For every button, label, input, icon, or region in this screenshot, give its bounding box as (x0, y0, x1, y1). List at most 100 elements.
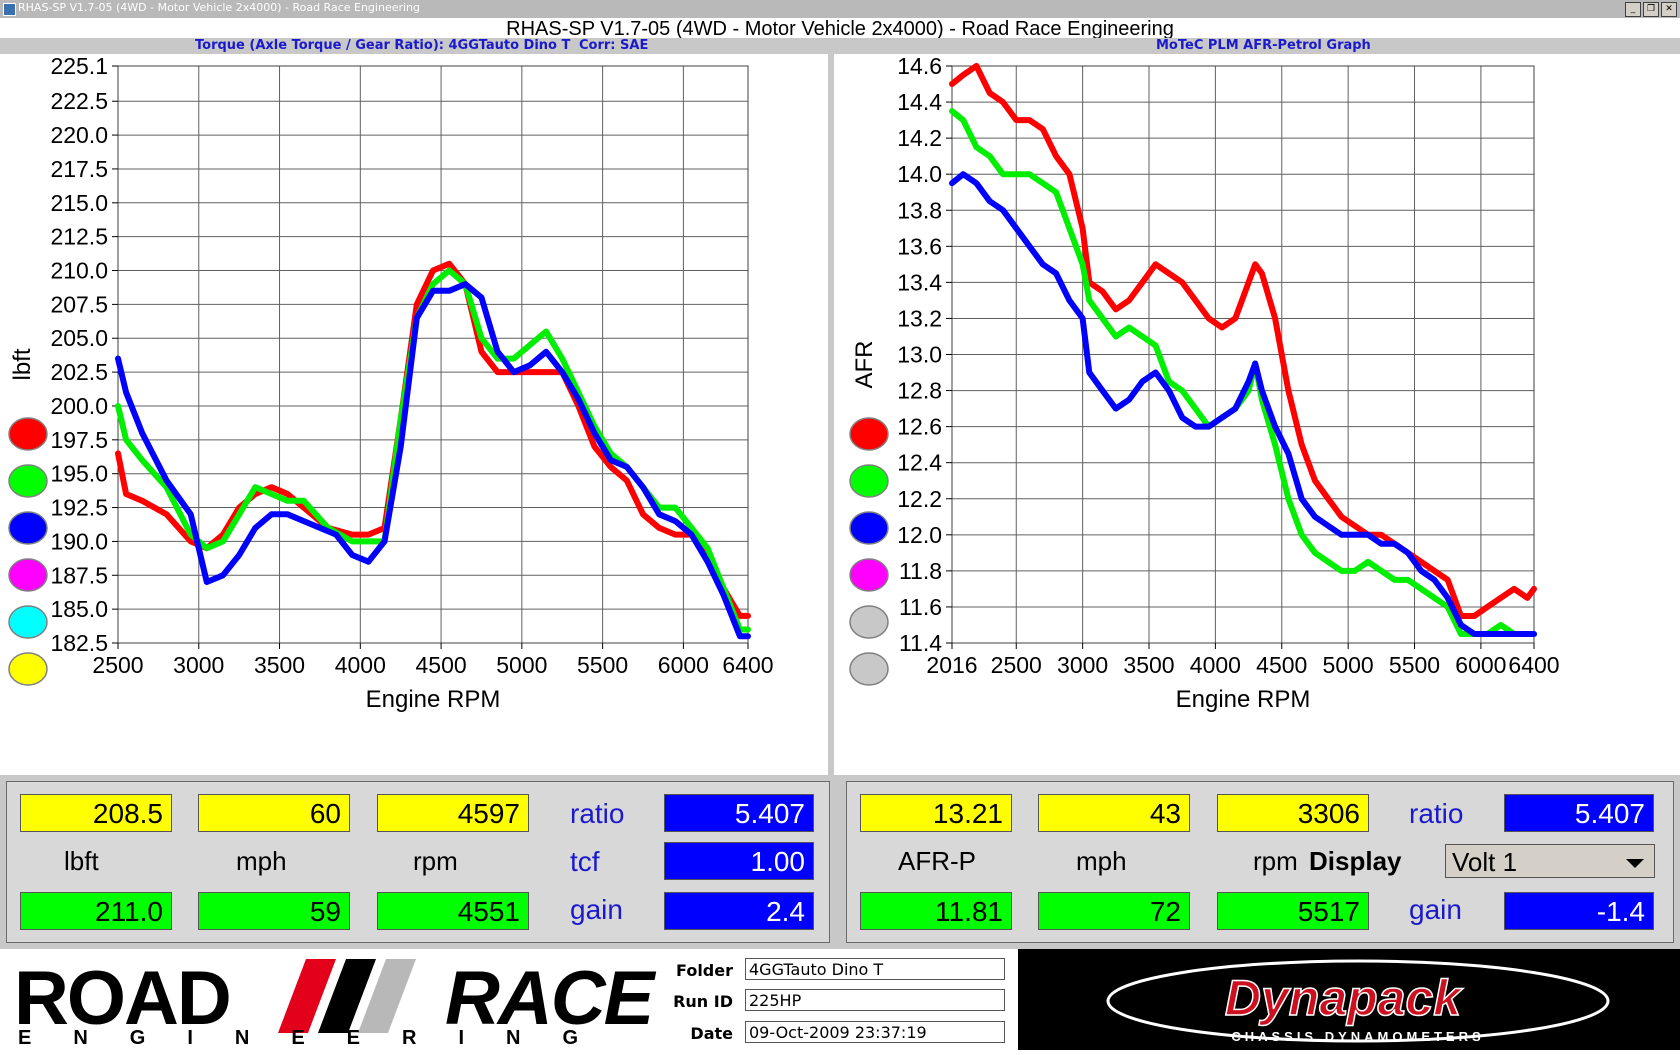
right-readout-panel: 13.21 43 3306 AFR-P mph rpm 11.81 72 551… (846, 781, 1674, 943)
x-tick-label: 3500 (1123, 652, 1174, 678)
y-tick-label: 220.0 (50, 122, 108, 148)
display-label: Display (1309, 846, 1402, 876)
y-tick-label: 12.2 (897, 486, 942, 512)
series-toggle-icon[interactable] (8, 464, 48, 498)
y-tick-label: 14.6 (897, 54, 942, 79)
right-chart-title: MoTeC PLM AFR-Petrol Graph (1156, 38, 1371, 53)
window-titlebar[interactable]: RHAS-SP V1.7-05 (4WD - Motor Vehicle 2x4… (0, 0, 1680, 18)
restore-button[interactable]: ❐ (1643, 2, 1659, 17)
y-tick-label: 12.6 (897, 414, 942, 440)
runid-field[interactable]: 225HP (745, 989, 1005, 1011)
window-title: RHAS-SP V1.7-05 (4WD - Motor Vehicle 2x4… (18, 1, 421, 14)
torque-cursor2-value: 211.0 (20, 892, 172, 930)
series-line[interactable] (949, 171, 1537, 637)
y-tick-label: 215.0 (50, 190, 108, 216)
date-label: Date (690, 1024, 733, 1043)
y-tick-label: 13.0 (897, 342, 942, 368)
chevron-down-icon (1626, 859, 1644, 868)
gain-label: gain (570, 894, 623, 925)
x-tick-label: 4500 (415, 652, 466, 678)
afr-rpm-unit-label: rpm (1253, 846, 1298, 876)
rpm-unit-label: rpm (413, 846, 458, 876)
afr-gain-field[interactable]: -1.4 (1504, 892, 1654, 930)
x-tick-label: 5500 (577, 652, 628, 678)
y-tick-label: 14.2 (897, 125, 942, 151)
x-tick-label: 4000 (335, 652, 386, 678)
tcf-label: tcf (570, 846, 600, 877)
folder-field[interactable]: 4GGTauto Dino T (745, 958, 1005, 980)
x-tick-label: 5000 (496, 652, 547, 678)
y-tick-label: 11.8 (899, 558, 942, 584)
right-chart-header: MoTeC PLM AFR-Petrol Graph (834, 38, 1680, 54)
app-icon (3, 3, 16, 16)
mph-unit-label: mph (236, 846, 287, 876)
x-tick-label: 6000 (1455, 652, 1506, 678)
series-toggle-icon[interactable] (849, 464, 889, 498)
y-tick-label: 12.4 (897, 450, 942, 476)
y-tick-label: 11.6 (899, 594, 942, 620)
series-toggle-icon[interactable] (849, 417, 889, 451)
series-toggle-icon[interactable] (8, 417, 48, 451)
dynapack-logo: Dynapack CHASSIS DYNAMOMETERS (1018, 949, 1680, 1050)
series-line[interactable] (115, 281, 751, 640)
brand-text: Dynapack (1225, 970, 1463, 1026)
runid-label: Run ID (673, 992, 733, 1011)
app-title-bar: RHAS-SP V1.7-05 (4WD - Motor Vehicle 2x4… (0, 18, 1680, 40)
series-toggle-icon[interactable] (849, 511, 889, 545)
series-toggle-icon[interactable] (8, 652, 48, 686)
afr-cursor1-value: 13.21 (860, 794, 1012, 832)
series-toggle-icon[interactable] (849, 605, 889, 639)
afr-gain-label: gain (1409, 894, 1462, 925)
series-line[interactable] (949, 63, 1537, 619)
y-tick-label: 185.0 (50, 596, 108, 622)
y-tick-label: 14.0 (897, 161, 942, 187)
x-axis-label: Engine RPM (1176, 686, 1311, 713)
series-toggle-icon[interactable] (8, 558, 48, 592)
ratio-field[interactable]: 5.407 (664, 794, 814, 832)
y-tick-label: 197.5 (50, 427, 108, 453)
gain-field[interactable]: 2.4 (664, 892, 814, 930)
display-select[interactable]: Volt 1 (1445, 844, 1655, 878)
dynapack-logo-graphic: Dynapack CHASSIS DYNAMOMETERS (1106, 959, 1610, 1044)
x-tick-label: 3500 (254, 652, 305, 678)
x-tick-label: 3000 (173, 652, 224, 678)
x-tick-label: 5500 (1389, 652, 1440, 678)
y-tick-label: 202.5 (50, 359, 108, 385)
afr-ratio-field[interactable]: 5.407 (1504, 794, 1654, 832)
torque-chart[interactable]: 182.5185.0187.5190.0192.5195.0197.5200.0… (0, 53, 828, 775)
minimize-button[interactable]: _ (1625, 2, 1641, 17)
torque-chart-panel: 182.5 185.0 187.5 190.0 192.5 195.0 197.5 200.0… (0, 53, 834, 775)
afr-chart-panel: 11.4 11.6 11.8 12.0 12.2 12.4 12.6 12.8 13.0 13.2… (834, 53, 1680, 775)
y-tick-label: 13.4 (897, 269, 942, 295)
series-toggle-icon[interactable] (8, 605, 48, 639)
series-line[interactable] (949, 108, 1537, 637)
y-tick-label: 210.0 (50, 258, 108, 284)
x-tick-label: 2500 (991, 652, 1042, 678)
y-tick-label: 200.0 (50, 393, 108, 419)
afr-chart[interactable]: 11.411.611.812.012.212.412.612.813.013.2… (834, 53, 1680, 775)
series-toggle-icon[interactable] (849, 558, 889, 592)
tcf-field[interactable]: 1.00 (664, 842, 814, 880)
road-race-logo: ROAD RACE ENGINEERING (0, 949, 665, 1050)
y-tick-label: 187.5 (50, 562, 108, 588)
left-chart-title: Torque (Axle Torque / Gear Ratio): 4GGTa… (195, 38, 571, 53)
date-field[interactable]: 09-Oct-2009 23:37:19 (745, 1021, 1005, 1043)
y-tick-label: 12.8 (897, 378, 942, 404)
y-tick-label: 207.5 (50, 291, 108, 317)
x-tick-label: 6400 (722, 652, 773, 678)
x-tick-label: 4500 (1256, 652, 1307, 678)
left-chart-header: Torque (Axle Torque / Gear Ratio): 4GGTa… (0, 38, 834, 54)
readout-bar: 208.5 60 4597 lbft mph rpm 211.0 59 4551… (0, 775, 1680, 949)
plot-frame (117, 65, 749, 644)
series-toggle-icon[interactable] (849, 652, 889, 686)
mph-cursor2-value: 59 (198, 892, 350, 930)
series-toggle-icon[interactable] (8, 511, 48, 545)
afr-cursor2-value: 11.81 (860, 892, 1012, 930)
x-tick-label: 4000 (1190, 652, 1241, 678)
run-info: Folder 4GGTauto Dino T Run ID 225HP Date… (665, 949, 1018, 1050)
y-tick-label: 13.2 (897, 305, 942, 331)
y-tick-label: 222.5 (50, 88, 108, 114)
close-button[interactable]: ✕ (1661, 2, 1677, 17)
x-tick-label: 5000 (1323, 652, 1374, 678)
ratio-label: ratio (570, 798, 625, 829)
